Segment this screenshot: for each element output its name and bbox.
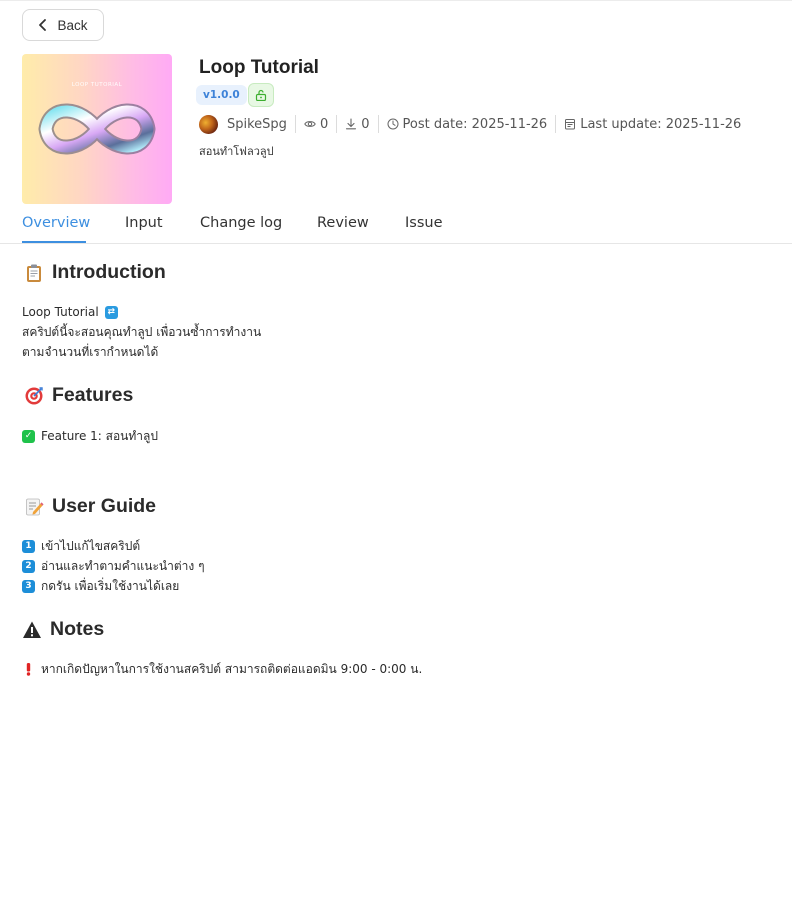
script-description: สอนทำโฟลวลูป	[199, 145, 274, 158]
feature-text: Feature 1: สอนทำลูป	[41, 429, 159, 443]
version-badge: v1.0.0	[196, 85, 247, 105]
views-count: 0	[304, 117, 328, 132]
back-button-label: Back	[57, 17, 88, 33]
introduction-heading: Introduction	[24, 261, 166, 284]
user-guide-heading: User Guide	[24, 495, 156, 518]
clock-icon	[387, 118, 398, 130]
chevron-left-icon	[39, 19, 47, 31]
meta-row: SpikeSpg 0 0 Post date: 2025-11-26 Last …	[199, 114, 741, 134]
user-guide-heading-text: User Guide	[52, 495, 157, 517]
downloads-value: 0	[361, 116, 370, 132]
features-list: ✓ Feature 1: สอนทำลูป	[22, 426, 158, 446]
features-heading-text: Features	[52, 384, 134, 406]
step-number-icon: 2	[22, 559, 35, 573]
exclamation-icon	[26, 663, 31, 676]
divider	[377, 115, 379, 133]
tab-issue[interactable]: Issue	[405, 215, 443, 231]
tab-review[interactable]: Review	[317, 215, 369, 231]
notes-heading: Notes	[22, 618, 104, 641]
divider	[555, 115, 557, 133]
step-text: กดรัน เพื่อเริ่มใช้งานได้เลย	[41, 579, 180, 593]
features-heading: Features	[24, 384, 133, 407]
list-item: หากเกิดปัญหาในการใช้งานสคริปต์ สามารถติด…	[22, 659, 422, 679]
calendar-icon	[565, 119, 576, 130]
tab-change-log[interactable]: Change log	[200, 215, 282, 231]
active-tab-indicator	[22, 241, 86, 243]
list-item: 2 อ่านและทำตามคำแนะนำต่าง ๆ	[22, 556, 205, 576]
introduction-body: Loop Tutorial ⇄ สคริปต์นี้จะสอนคุณทำลูป …	[22, 302, 261, 362]
script-title: Loop Tutorial	[199, 57, 319, 78]
introduction-line: ตามจำนวนที่เรากำหนดได้	[22, 345, 159, 359]
script-thumbnail: LOOP TUTORIAL	[22, 54, 172, 204]
divider	[336, 115, 338, 133]
notes-heading-text: Notes	[50, 618, 105, 640]
back-button[interactable]: Back	[22, 9, 104, 41]
tab-input[interactable]: Input	[125, 215, 163, 231]
infinity-logo	[38, 103, 156, 155]
post-date-text: Post date: 2025-11-26	[402, 116, 548, 132]
views-value: 0	[319, 116, 329, 132]
user-guide-steps: 1 เข้าไปแก้ไขสคริปต์ 2 อ่านและทำตามคำแนะ…	[22, 536, 205, 596]
step-number-icon: 3	[22, 579, 35, 593]
post-date: Post date: 2025-11-26	[387, 116, 548, 132]
unlock-icon	[255, 89, 267, 101]
downloads-count: 0	[345, 116, 370, 132]
repeat-icon: ⇄	[104, 305, 118, 319]
tab-bar: Overview Input Change log Review Issue	[0, 206, 792, 244]
warning-icon	[23, 621, 41, 638]
list-item: ✓ Feature 1: สอนทำลูป	[22, 426, 158, 446]
memo-icon	[26, 498, 44, 515]
step-text: เข้าไปแก้ไขสคริปต์	[41, 539, 141, 553]
author-name: SpikeSpg	[227, 116, 287, 132]
divider	[294, 115, 296, 133]
introduction-heading-text: Introduction	[52, 261, 166, 283]
thumbnail-caption: LOOP TUTORIAL	[71, 82, 123, 88]
note-text: หากเกิดปัญหาในการใช้งานสคริปต์ สามารถติด…	[41, 662, 423, 676]
last-update: Last update: 2025-11-26	[564, 117, 741, 132]
check-icon: ✓	[22, 429, 35, 443]
last-update-text: Last update: 2025-11-26	[580, 116, 742, 132]
author[interactable]: SpikeSpg	[199, 114, 287, 134]
introduction-name-line: Loop Tutorial ⇄	[22, 302, 261, 322]
list-item: 3 กดรัน เพื่อเริ่มใช้งานได้เลย	[22, 576, 205, 596]
clipboard-icon	[27, 264, 41, 282]
notes-list: หากเกิดปัญหาในการใช้งานสคริปต์ สามารถติด…	[22, 659, 422, 679]
list-item: 1 เข้าไปแก้ไขสคริปต์	[22, 536, 205, 556]
introduction-name-text: Loop Tutorial	[22, 305, 99, 319]
step-number-icon: 1	[22, 539, 35, 553]
eye-icon	[304, 121, 316, 127]
target-icon	[25, 386, 43, 404]
access-badge	[248, 83, 274, 107]
introduction-line: สคริปต์นี้จะสอนคุณทำลูป เพื่อวนซ้ำการทำง…	[22, 325, 262, 339]
tab-overview[interactable]: Overview	[22, 215, 90, 231]
step-text: อ่านและทำตามคำแนะนำต่าง ๆ	[41, 559, 205, 573]
top-divider	[0, 0, 792, 1]
download-icon	[346, 118, 357, 130]
avatar	[199, 114, 218, 134]
